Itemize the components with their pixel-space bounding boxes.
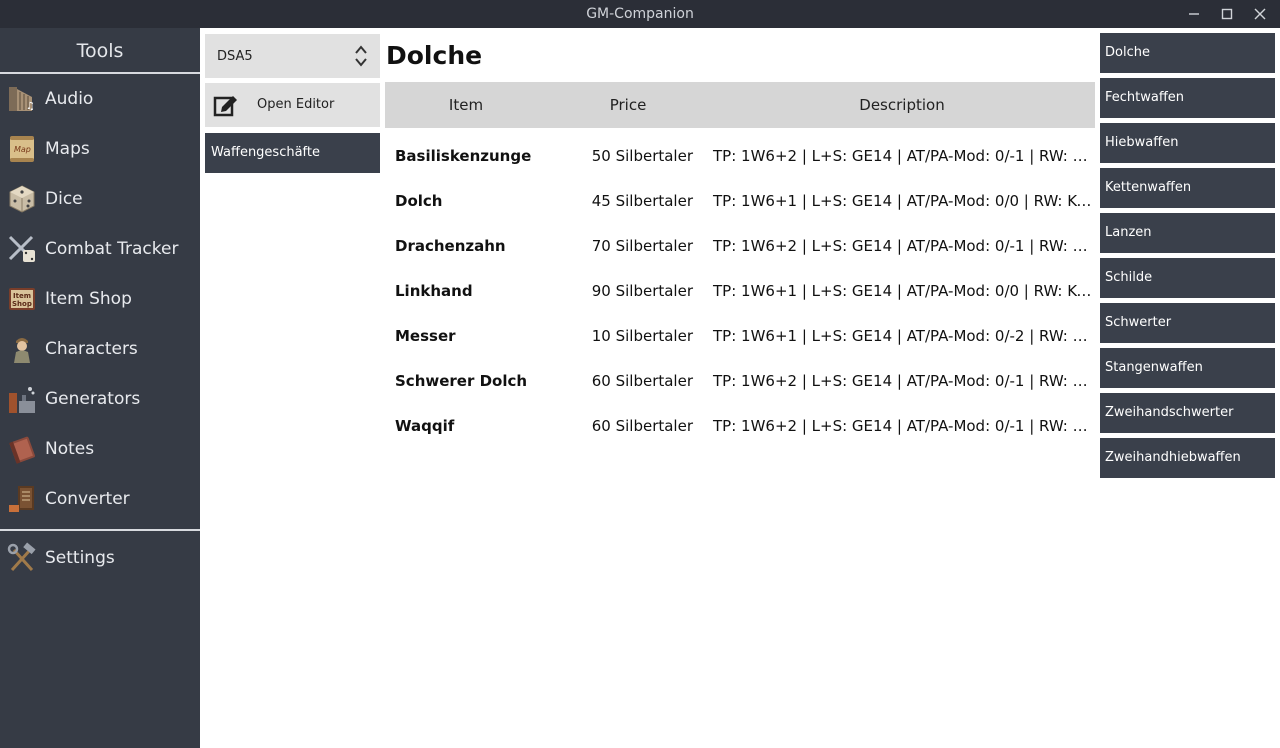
minimize-button[interactable] xyxy=(1178,0,1210,28)
category-button-hiebwaffen[interactable]: Hiebwaffen xyxy=(1100,123,1275,163)
category-button-stangenwaffen[interactable]: Stangenwaffen xyxy=(1100,348,1275,388)
svg-text:Map: Map xyxy=(14,145,31,154)
table-header: Item Price Description xyxy=(385,82,1095,128)
shop-list-item[interactable]: Waffengeschäfte xyxy=(205,133,380,173)
shop-icon: Item Shop xyxy=(6,283,38,315)
window-title: GM-Companion xyxy=(586,6,694,22)
sidebar-item-label: Item Shop xyxy=(45,289,132,309)
item-name: Schwerer Dolch xyxy=(395,371,528,390)
category-button-lanzen[interactable]: Lanzen xyxy=(1100,213,1275,253)
sidebar-item-combat-tracker[interactable]: Combat Tracker xyxy=(0,224,200,274)
item-name: Linkhand xyxy=(395,281,473,300)
item-name: Messer xyxy=(395,326,456,345)
notes-icon xyxy=(6,433,38,465)
category-button-schilde[interactable]: Schilde xyxy=(1100,258,1275,298)
sidebar-item-label: Maps xyxy=(45,139,90,159)
item-price: 50 Silbertaler xyxy=(591,146,693,165)
shop-panel: DSA5 Open Editor Waffengeschäfte xyxy=(205,34,380,173)
category-button-schwerter[interactable]: Schwerter xyxy=(1100,303,1275,343)
sidebar-item-label: Settings xyxy=(45,548,115,568)
converter-icon xyxy=(6,483,38,515)
sidebar-item-notes[interactable]: Notes xyxy=(0,424,200,474)
item-price: 60 Silbertaler xyxy=(591,416,693,435)
category-button-zweihandhiebwaffen[interactable]: Zweihandhiebwaffen xyxy=(1100,438,1275,478)
tools-sidebar: Tools ♫ Audio Map Maps Dice Combat Track… xyxy=(0,28,200,748)
item-description: TP: 1W6+1 | L+S: GE14 | AT/PA-Mod: 0/0 |… xyxy=(713,281,1095,300)
sidebar-item-audio[interactable]: ♫ Audio xyxy=(0,74,200,124)
table-row[interactable]: Dolch 45 Silbertaler TP: 1W6+1 | L+S: GE… xyxy=(385,178,1095,223)
open-editor-label: Open Editor xyxy=(257,97,335,112)
item-price: 45 Silbertaler xyxy=(591,191,693,210)
sidebar-item-label: Notes xyxy=(45,439,95,459)
open-editor-button[interactable]: Open Editor xyxy=(205,83,380,127)
character-icon xyxy=(6,333,38,365)
updown-chevron-icon xyxy=(354,44,368,72)
item-description: TP: 1W6+2 | L+S: GE14 | AT/PA-Mod: 0/-1 … xyxy=(713,371,1095,390)
item-price: 90 Silbertaler xyxy=(591,281,693,300)
item-description: TP: 1W6+2 | L+S: GE14 | AT/PA-Mod: 0/-1 … xyxy=(713,146,1095,165)
audio-icon: ♫ xyxy=(6,83,38,115)
sidebar-item-converter[interactable]: Converter xyxy=(0,474,200,524)
svg-text:Shop: Shop xyxy=(12,300,32,308)
category-list: Dolche Fechtwaffen Hiebwaffen Kettenwaff… xyxy=(1100,33,1275,483)
item-description: TP: 1W6+1 | L+S: GE14 | AT/PA-Mod: 0/-2 … xyxy=(713,326,1095,345)
minimize-icon xyxy=(1189,13,1199,15)
sidebar-item-label: Converter xyxy=(45,489,130,509)
sidebar-item-generators[interactable]: Generators xyxy=(0,374,200,424)
project-select-value: DSA5 xyxy=(217,48,253,64)
title-bar: GM-Companion xyxy=(0,0,1280,28)
sidebar-divider xyxy=(0,529,200,531)
item-name: Waqqif xyxy=(395,416,455,435)
sidebar-item-label: Combat Tracker xyxy=(45,239,179,259)
maximize-icon xyxy=(1221,8,1233,20)
table-row[interactable]: Schwerer Dolch 60 Silbertaler TP: 1W6+2 … xyxy=(385,358,1095,403)
table-row[interactable]: Waqqif 60 Silbertaler TP: 1W6+2 | L+S: G… xyxy=(385,403,1095,448)
category-title: Dolche xyxy=(386,41,483,70)
category-button-kettenwaffen[interactable]: Kettenwaffen xyxy=(1100,168,1275,208)
project-select[interactable]: DSA5 xyxy=(205,34,380,78)
item-name: Basiliskenzunge xyxy=(395,146,532,165)
sidebar-item-label: Audio xyxy=(45,89,94,109)
sidebar-item-label: Characters xyxy=(45,339,138,359)
sidebar-item-maps[interactable]: Map Maps xyxy=(0,124,200,174)
sidebar-item-dice[interactable]: Dice xyxy=(0,174,200,224)
column-header-price[interactable]: Price xyxy=(547,96,709,114)
sidebar-item-item-shop[interactable]: Item Shop Item Shop xyxy=(0,274,200,324)
item-list-panel: Dolche Item Price Description Basilisken… xyxy=(385,34,1095,448)
item-name: Dolch xyxy=(395,191,443,210)
table-row[interactable]: Messer 10 Silbertaler TP: 1W6+1 | L+S: G… xyxy=(385,313,1095,358)
combat-icon xyxy=(6,233,38,265)
item-table-body: Basiliskenzunge 50 Silbertaler TP: 1W6+2… xyxy=(385,133,1095,448)
map-icon: Map xyxy=(6,133,38,165)
item-description: TP: 1W6+1 | L+S: GE14 | AT/PA-Mod: 0/0 |… xyxy=(713,191,1095,210)
category-button-dolche[interactable]: Dolche xyxy=(1100,33,1275,73)
close-button[interactable] xyxy=(1244,0,1276,28)
settings-icon xyxy=(6,542,38,574)
sidebar-item-label: Generators xyxy=(45,389,141,409)
close-icon xyxy=(1254,8,1266,20)
svg-text:Item: Item xyxy=(13,292,31,300)
edit-icon xyxy=(213,93,239,121)
column-header-description[interactable]: Description xyxy=(709,96,1095,114)
item-price: 70 Silbertaler xyxy=(591,236,693,255)
item-price: 60 Silbertaler xyxy=(591,371,693,390)
sidebar-item-settings[interactable]: Settings xyxy=(0,533,200,583)
sidebar-item-label: Dice xyxy=(45,189,83,209)
tools-heading: Tools xyxy=(0,28,200,74)
svg-text:♫: ♫ xyxy=(26,101,35,112)
maximize-button[interactable] xyxy=(1211,0,1243,28)
category-button-fechtwaffen[interactable]: Fechtwaffen xyxy=(1100,78,1275,118)
item-description: TP: 1W6+2 | L+S: GE14 | AT/PA-Mod: 0/-1 … xyxy=(713,416,1095,435)
dice-icon xyxy=(6,183,38,215)
table-row[interactable]: Linkhand 90 Silbertaler TP: 1W6+1 | L+S:… xyxy=(385,268,1095,313)
category-button-zweihandschwerter[interactable]: Zweihandschwerter xyxy=(1100,393,1275,433)
table-row[interactable]: Drachenzahn 70 Silbertaler TP: 1W6+2 | L… xyxy=(385,223,1095,268)
generator-icon xyxy=(6,383,38,415)
item-description: TP: 1W6+2 | L+S: GE14 | AT/PA-Mod: 0/-1 … xyxy=(713,236,1095,255)
table-row[interactable]: Basiliskenzunge 50 Silbertaler TP: 1W6+2… xyxy=(385,133,1095,178)
sidebar-item-characters[interactable]: Characters xyxy=(0,324,200,374)
item-price: 10 Silbertaler xyxy=(591,326,693,345)
item-name: Drachenzahn xyxy=(395,236,506,255)
column-header-item[interactable]: Item xyxy=(385,96,547,114)
